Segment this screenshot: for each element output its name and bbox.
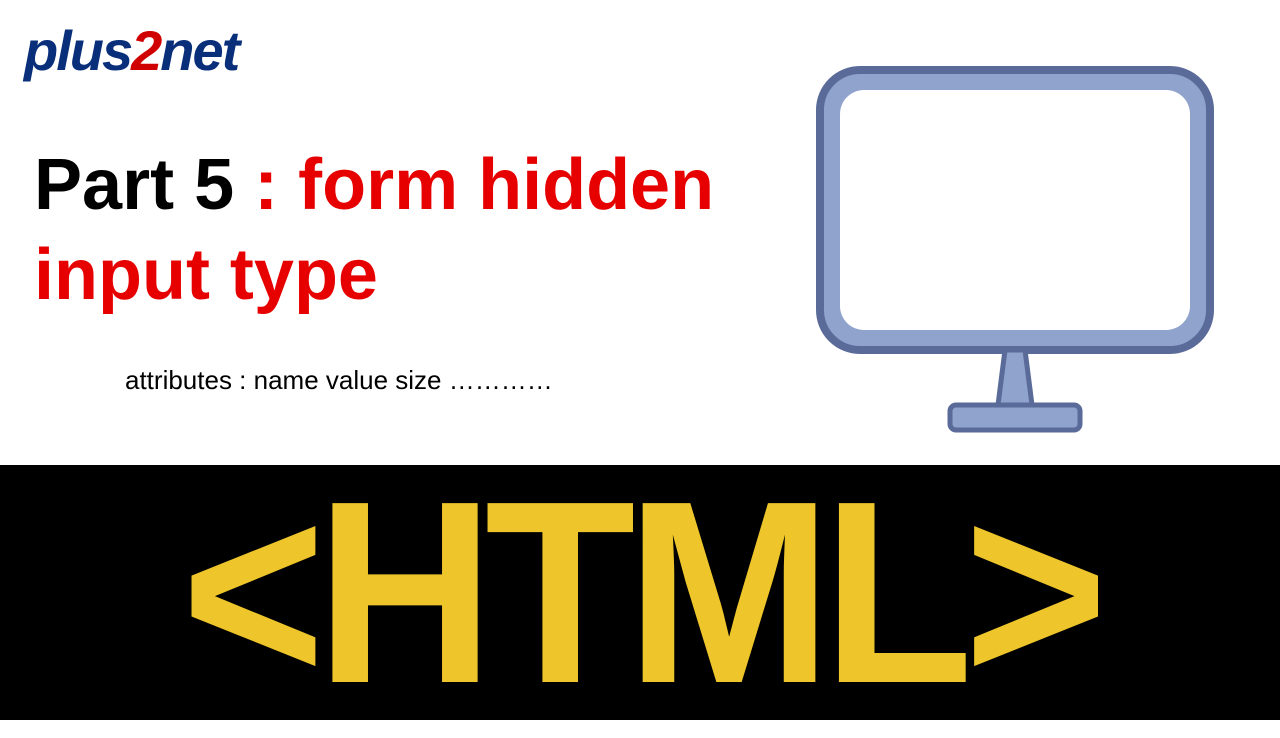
title-prefix: Part 5 xyxy=(34,145,254,225)
subtitle: attributes : name value size ………… xyxy=(125,365,553,396)
html-banner: <HTML> xyxy=(0,465,1280,720)
logo-part2: 2 xyxy=(131,19,160,82)
logo: plus2net xyxy=(24,18,238,83)
logo-part1: plus xyxy=(24,19,131,82)
monitor-icon xyxy=(810,60,1220,440)
html-banner-text: <HTML> xyxy=(181,463,1098,723)
logo-part3: net xyxy=(160,19,238,82)
page-title: Part 5 : form hidden input type xyxy=(34,140,754,320)
